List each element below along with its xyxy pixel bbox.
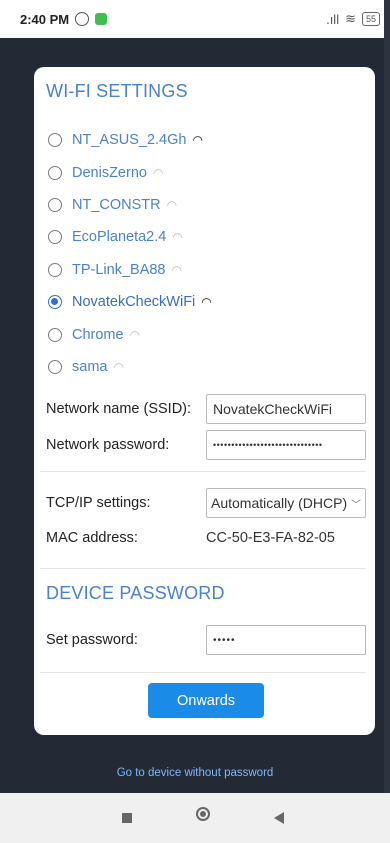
status-icons: .ıll ≋ 55: [326, 11, 380, 27]
mac-row: MAC address: CC-50-E3-FA-82-05: [46, 526, 366, 550]
go-without-password-link[interactable]: Go to device without password: [0, 767, 390, 779]
radio-button[interactable]: [48, 197, 62, 212]
home-icon[interactable]: [196, 807, 210, 821]
wifi-signal-icon: ◠: [152, 165, 164, 180]
wifi-network-list: NT_ASUS_2.4Gh ◠ DenisZerno ◠ NT_CONSTR ◠ EcoPl…: [48, 124, 368, 383]
tcpip-label: TCP/IP settings:: [46, 495, 151, 511]
tcpip-row: TCP/IP settings: Automatically (DHCP) ﹀: [46, 488, 366, 518]
wifi-network-item[interactable]: EcoPlaneta2.4 ◠: [48, 221, 368, 253]
recents-icon[interactable]: [122, 813, 132, 823]
wifi-signal-icon: ◠: [113, 359, 124, 374]
chevron-down-icon: ﹀: [351, 499, 361, 511]
wifi-signal-icon: ◠: [172, 230, 183, 245]
status-time: 2:40 PM: [20, 11, 70, 27]
radio-button[interactable]: [48, 165, 62, 180]
wifi-network-name: NT_CONSTR: [72, 196, 161, 213]
mac-label: MAC address:: [46, 530, 138, 546]
wifi-network-item[interactable]: DenisZerno ◠: [48, 156, 368, 188]
android-nav-bar: [0, 793, 390, 843]
wifi-network-item[interactable]: NT_ASUS_2.4Gh ◠: [48, 124, 368, 156]
wifi-network-name: TP-Link_BA88: [72, 261, 166, 278]
wifi-network-name: EcoPlaneta2.4: [72, 229, 167, 246]
password-row: Network password: ••••••••••••••••••••••…: [46, 430, 366, 460]
wifi-signal-icon: ◠: [192, 133, 203, 148]
wifi-network-item[interactable]: Chrome ◠: [48, 318, 368, 350]
ssid-label: Network name (SSID):: [46, 401, 192, 417]
radio-button[interactable]: [48, 327, 62, 342]
status-bar: 2:40 PM .ıll ≋ 55: [0, 0, 390, 38]
radio-button[interactable]: [48, 230, 62, 245]
wifi-network-item[interactable]: sama ◠: [48, 351, 368, 383]
set-password-input[interactable]: •••••: [206, 625, 366, 655]
password-label: Network password:: [46, 437, 170, 453]
wifi-network-name: DenisZerno: [72, 164, 147, 181]
mac-value: CC-50-E3-FA-82-05: [206, 530, 335, 546]
ssid-input[interactable]: NovatekCheckWiFi: [206, 394, 366, 424]
divider: [40, 471, 366, 472]
signal-icon: .ıll: [326, 11, 340, 27]
wifi-signal-icon: ◠: [166, 197, 178, 212]
device-password-title: DEVICE PASSWORD: [46, 583, 225, 603]
radio-button[interactable]: [48, 133, 62, 148]
radio-button[interactable]: [48, 295, 62, 310]
tcpip-select[interactable]: Automatically (DHCP) ﹀: [206, 488, 366, 518]
notification-icon: [95, 13, 108, 25]
wifi-signal-icon: ◠: [201, 295, 212, 310]
radio-button[interactable]: [48, 262, 62, 277]
onwards-button[interactable]: Onwards: [148, 683, 264, 718]
divider: [40, 672, 366, 673]
wifi-network-item[interactable]: NovatekCheckWiFi ◠: [48, 286, 368, 318]
wifi-network-item[interactable]: TP-Link_BA88 ◠: [48, 254, 368, 286]
wifi-signal-icon: ◠: [129, 327, 141, 342]
battery-icon: 55: [361, 12, 380, 26]
set-password-label: Set password:: [46, 632, 138, 648]
wifi-network-name: NovatekCheckWiFi: [72, 294, 196, 311]
radio-button[interactable]: [48, 359, 62, 374]
back-icon[interactable]: [274, 812, 284, 824]
wifi-signal-icon: ◠: [171, 262, 182, 277]
set-password-row: Set password: •••••: [46, 625, 366, 655]
divider: [40, 568, 366, 569]
wifi-network-name: Chrome: [72, 326, 124, 343]
tcpip-selected-value: Automatically (DHCP): [211, 495, 348, 511]
wifi-status-icon: ≋: [345, 11, 356, 26]
wifi-network-name: NT_ASUS_2.4Gh: [72, 132, 187, 149]
settings-card: WI-FI SETTINGS NT_ASUS_2.4Gh ◠ DenisZerno ◠…: [34, 67, 375, 735]
screen-edge: [384, 0, 390, 843]
wifi-settings-title: WI-FI SETTINGS: [46, 81, 188, 101]
alarm-icon: [75, 12, 90, 26]
wifi-network-item[interactable]: NT_CONSTR ◠: [48, 189, 368, 221]
ssid-row: Network name (SSID): NovatekCheckWiFi: [46, 394, 366, 424]
wifi-network-name: sama: [72, 358, 108, 375]
network-password-input[interactable]: ••••••••••••••••••••••••••••••: [206, 430, 366, 460]
